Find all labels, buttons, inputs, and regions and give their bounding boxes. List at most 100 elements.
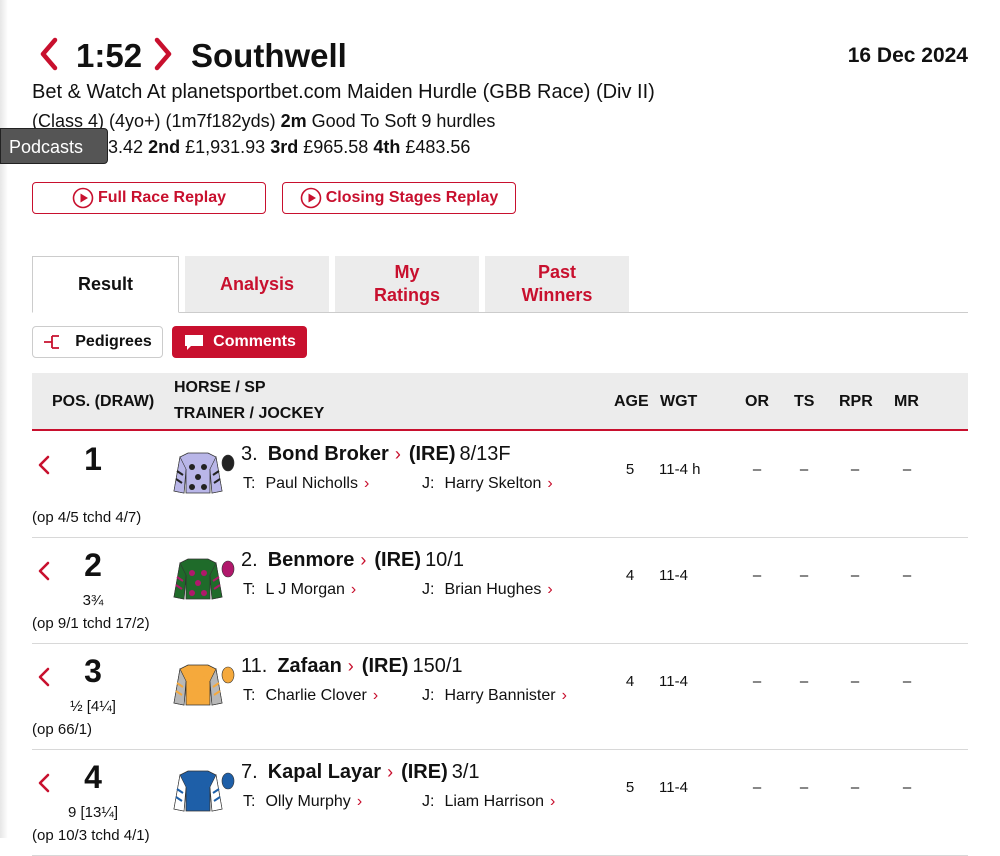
chevron-right-icon[interactable]: › xyxy=(348,656,354,676)
full-race-replay-button[interactable]: Full Race Replay xyxy=(32,182,266,214)
saddle-cloth-number: 7. xyxy=(241,761,258,783)
prize-4th-label: 4th xyxy=(373,137,401,157)
jockey-info: J: Liam Harrison › xyxy=(422,793,555,811)
race-date: 16 Dec 2024 xyxy=(847,44,968,67)
pedigrees-button[interactable]: Pedigrees xyxy=(32,326,163,358)
rpr-cell: – xyxy=(850,567,860,584)
age-cell: 5 xyxy=(625,779,635,796)
tab-past-winners-label: Past Winners xyxy=(521,262,593,305)
weight-cell: 11-4 xyxy=(659,567,688,584)
closing-stages-replay-button[interactable]: Closing Stages Replay xyxy=(282,182,516,214)
horse-name-link[interactable]: Zafaan xyxy=(277,655,341,677)
rpr-cell: – xyxy=(850,673,860,690)
odds-history: (op 66/1) xyxy=(32,721,93,738)
jockey-silks-icon xyxy=(172,555,236,601)
conditions-suffix: Good To Soft 9 hurdles xyxy=(311,111,496,131)
age-cell: 5 xyxy=(625,461,635,478)
weight-cell: 11-4 xyxy=(659,673,688,690)
chevron-right-icon[interactable]: › xyxy=(562,687,567,704)
col-rpr: RPR xyxy=(839,393,873,410)
rpr-cell: – xyxy=(850,779,860,796)
trainer-name-link[interactable]: L J Morgan xyxy=(265,581,344,598)
jockey-name-link[interactable]: Liam Harrison xyxy=(444,793,544,810)
chevron-right-icon[interactable]: › xyxy=(351,581,356,598)
trainer-info: T: Paul Nicholls › xyxy=(243,475,369,493)
tab-past-winners[interactable]: Past Winners xyxy=(485,256,629,312)
jockey-label: J: xyxy=(422,581,435,598)
or-cell: – xyxy=(752,461,762,478)
finish-position: 2 xyxy=(84,547,102,583)
mr-cell: – xyxy=(902,461,912,478)
horse-name-link[interactable]: Bond Broker xyxy=(268,443,389,465)
prize-4th: £483.56 xyxy=(405,137,471,157)
chevron-right-icon[interactable]: › xyxy=(547,475,552,492)
jockey-info: J: Harry Bannister › xyxy=(422,687,567,705)
chevron-right-icon[interactable]: › xyxy=(364,475,369,492)
pedigrees-label: Pedigrees xyxy=(75,333,152,350)
chevron-right-icon[interactable]: › xyxy=(547,581,552,598)
prize-2nd: £1,931.93 xyxy=(185,137,266,157)
table-row[interactable]: 2 3¾ (op 9/1 tchd 17/2) 2. Benmore › (IRE) 1… xyxy=(32,537,968,644)
trainer-name-link[interactable]: Paul Nicholls xyxy=(265,475,357,492)
comments-button[interactable]: Comments xyxy=(172,326,307,358)
age-cell: 4 xyxy=(625,567,635,584)
horse-origin: (IRE) xyxy=(374,549,422,571)
trainer-label: T: xyxy=(243,793,256,810)
table-row[interactable]: 1 (op 4/5 tchd 4/7) 3. Bond Broker › (IRE) 8… xyxy=(32,431,968,538)
trainer-label: T: xyxy=(243,687,256,704)
next-race-icon[interactable] xyxy=(152,36,174,72)
odds-history: (op 9/1 tchd 17/2) xyxy=(32,615,150,632)
chevron-right-icon[interactable]: › xyxy=(360,550,366,570)
left-edge-shadow xyxy=(0,0,8,838)
horse-origin: (IRE) xyxy=(361,655,409,677)
tab-analysis[interactable]: Analysis xyxy=(185,256,329,312)
jockey-name-link[interactable]: Harry Bannister xyxy=(444,687,555,704)
jockey-name-link[interactable]: Harry Skelton xyxy=(444,475,541,492)
trainer-name-link[interactable]: Olly Murphy xyxy=(265,793,350,810)
mr-cell: – xyxy=(902,673,912,690)
tab-my-ratings[interactable]: My Ratings xyxy=(335,256,479,312)
or-cell: – xyxy=(752,779,762,796)
chevron-right-icon[interactable]: › xyxy=(550,793,555,810)
trainer-name-link[interactable]: Charlie Clover xyxy=(265,687,366,704)
closing-stages-replay-label: Closing Stages Replay xyxy=(325,189,499,206)
ts-cell: – xyxy=(799,779,809,796)
table-row[interactable]: 4 9 [13¼] (op 10/3 tchd 4/1) 7. Kapal Lay… xyxy=(32,749,968,856)
trainer-info: T: L J Morgan › xyxy=(243,581,356,599)
results-table-header: POS. (DRAW) HORSE / SP TRAINER / JOCKEY … xyxy=(32,373,968,431)
row-expand-icon[interactable] xyxy=(38,455,50,475)
row-expand-icon[interactable] xyxy=(38,773,50,793)
weight-cell: 11-4 h xyxy=(659,461,701,478)
row-expand-icon[interactable] xyxy=(38,561,50,581)
podcasts-tab[interactable]: Podcasts xyxy=(0,128,108,164)
horse-info: 2. Benmore › (IRE) 10/1 xyxy=(241,549,464,572)
result-tabs: Result Analysis My Ratings Past Winners xyxy=(32,256,968,313)
winning-distance: 9 [13¼] xyxy=(67,804,119,821)
chevron-right-icon[interactable]: › xyxy=(387,762,393,782)
row-expand-icon[interactable] xyxy=(38,667,50,687)
prize-2nd-label: 2nd xyxy=(148,137,181,157)
rpr-cell: – xyxy=(850,461,860,478)
chevron-right-icon[interactable]: › xyxy=(395,444,401,464)
finish-position: 1 xyxy=(84,441,102,477)
odds-history: (op 10/3 tchd 4/1) xyxy=(32,827,150,844)
chevron-right-icon[interactable]: › xyxy=(357,793,362,810)
tab-result[interactable]: Result xyxy=(32,256,179,313)
winning-distance: 3¾ xyxy=(82,592,104,609)
table-row[interactable]: 3 ½ [4¼] (op 66/1) 11. Zafaan › (IRE) 150/1 … xyxy=(32,643,968,750)
play-icon xyxy=(72,187,94,209)
chevron-right-icon[interactable]: › xyxy=(373,687,378,704)
horse-origin: (IRE) xyxy=(408,443,456,465)
horse-name-link[interactable]: Benmore xyxy=(268,549,355,571)
race-title: Bet & Watch At planetsportbet.com Maiden… xyxy=(32,81,655,103)
full-race-replay-label: Full Race Replay xyxy=(97,189,227,206)
jockey-name-link[interactable]: Brian Hughes xyxy=(444,581,541,598)
finish-position: 3 xyxy=(84,653,102,689)
horse-name-link[interactable]: Kapal Layar xyxy=(268,761,381,783)
weight-cell: 11-4 xyxy=(659,779,688,796)
col-mr: MR xyxy=(894,393,919,410)
finish-position: 4 xyxy=(84,759,102,795)
or-cell: – xyxy=(752,673,762,690)
previous-race-icon[interactable] xyxy=(38,36,60,72)
ts-cell: – xyxy=(799,567,809,584)
